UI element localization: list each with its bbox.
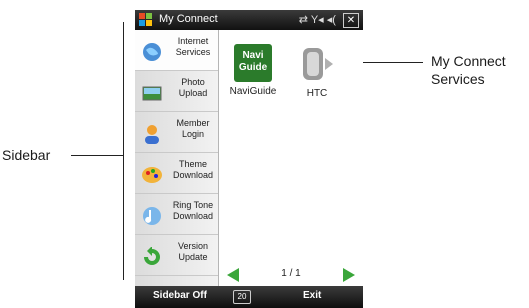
sidebar-item-version-update[interactable]: Version Update <box>135 235 218 276</box>
services-callout-label: My Connect Services <box>431 52 506 88</box>
exit-softkey[interactable]: Exit <box>303 290 321 301</box>
photo-icon <box>142 83 162 103</box>
sidebar-item-internet-services[interactable]: Internet Services <box>135 30 218 71</box>
page-indicator: 1 / 1 <box>281 268 301 279</box>
connectivity-icon: ⇄ Y◂ ◂( <box>298 14 336 26</box>
sidebar-off-softkey[interactable]: Sidebar Off <box>153 290 207 301</box>
next-page-arrow-icon[interactable] <box>343 268 355 282</box>
sidebar-callout-bracket <box>123 22 124 280</box>
service-naviguide[interactable]: Navi Guide NaviGuide <box>225 44 281 97</box>
palette-icon <box>142 165 162 185</box>
sidebar-callout-line <box>71 155 123 156</box>
htc-logo-icon <box>297 44 337 84</box>
windows-start-icon[interactable] <box>139 13 153 27</box>
service-label: NaviGuide <box>229 86 277 97</box>
window-title: My Connect <box>159 13 218 25</box>
refresh-icon <box>142 246 162 267</box>
sidebar-item-label: Internet Services <box>175 36 211 57</box>
music-note-icon <box>142 206 162 226</box>
phone-screen: My Connect ⇄ Y◂ ◂( ✕ Internet Services Ph… <box>135 10 363 308</box>
softkey-bar: Sidebar Off 20 Exit <box>135 286 363 308</box>
sidebar-item-label: Version Update <box>177 241 209 262</box>
services-callout-line2: Services <box>431 71 485 87</box>
services-panel: Navi Guide NaviGuide HTC 1 / 1 <box>219 30 363 286</box>
pager: 1 / 1 <box>219 266 363 284</box>
status-icons: ⇄ Y◂ ◂( ✕ <box>299 13 359 28</box>
globe-icon <box>142 42 162 62</box>
services-callout-line1: My Connect <box>431 53 506 69</box>
person-icon <box>142 124 162 144</box>
prev-page-arrow-icon[interactable] <box>227 268 239 282</box>
service-htc[interactable]: HTC <box>289 44 345 99</box>
keyboard-icon[interactable]: 20 <box>233 290 251 304</box>
close-button[interactable]: ✕ <box>343 13 359 28</box>
sidebar-item-label: Photo Upload <box>178 77 208 98</box>
service-label: HTC <box>306 88 328 99</box>
sidebar-item-photo-upload[interactable]: Photo Upload <box>135 71 218 112</box>
sidebar-item-member-login[interactable]: Member Login <box>135 112 218 153</box>
naviguide-logo-icon: Navi Guide <box>234 44 272 82</box>
sidebar-callout-label: Sidebar <box>2 147 51 163</box>
title-bar: My Connect ⇄ Y◂ ◂( ✕ <box>135 10 363 30</box>
sidebar-item-label: Member Login <box>176 118 210 139</box>
sidebar-item-ring-tone-download[interactable]: Ring Tone Download <box>135 194 218 235</box>
sidebar-item-label: Theme Download <box>172 159 214 180</box>
sidebar-item-theme-download[interactable]: Theme Download <box>135 153 218 194</box>
services-callout-line <box>355 62 423 63</box>
sidebar: Internet Services Photo Upload Member Login <box>135 30 219 286</box>
sidebar-item-label: Ring Tone Download <box>172 200 214 221</box>
